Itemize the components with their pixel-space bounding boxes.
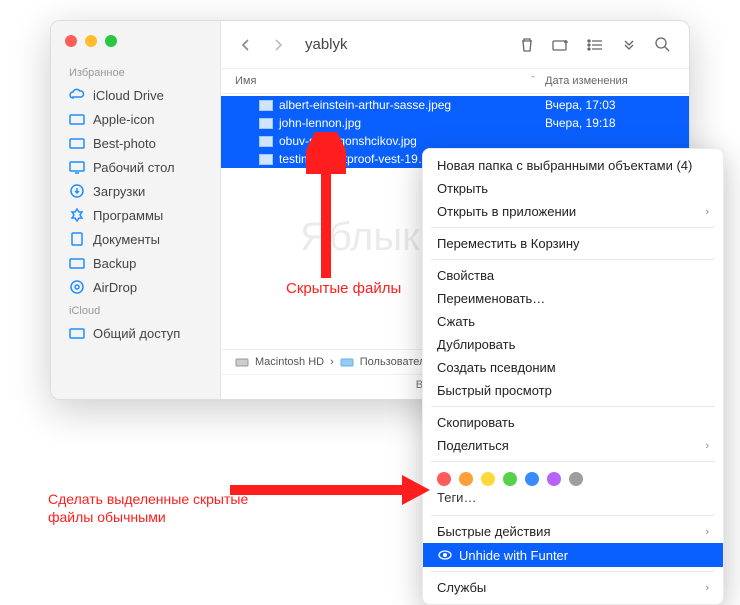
disk-icon (235, 356, 249, 368)
tag-blue[interactable] (525, 472, 539, 486)
menu-separator (431, 406, 715, 407)
menu-separator (431, 461, 715, 462)
trash-icon[interactable] (515, 31, 539, 59)
image-file-icon (259, 100, 273, 111)
menu-separator (431, 515, 715, 516)
eye-icon (437, 547, 453, 563)
menu-duplicate[interactable]: Дублировать (423, 333, 723, 356)
window-controls (51, 31, 220, 61)
image-file-icon (259, 136, 273, 147)
sidebar-item-applications[interactable]: Программы (51, 203, 220, 227)
menu-unhide-with-funter[interactable]: Unhide with Funter (423, 543, 723, 567)
image-file-icon (259, 154, 273, 165)
airdrop-icon (69, 279, 85, 295)
column-date[interactable]: Дата изменения (545, 75, 675, 87)
minimize-button[interactable] (85, 35, 97, 47)
folder-icon (69, 325, 85, 341)
tag-green[interactable] (503, 472, 517, 486)
chevron-right-icon: › (705, 526, 709, 538)
file-row[interactable]: albert-einstein-arthur-sasse.jpegВчера, … (221, 96, 689, 114)
menu-share[interactable]: Поделиться› (423, 434, 723, 457)
folder-icon (69, 111, 85, 127)
annotation-arrow-right (230, 475, 430, 505)
back-button[interactable] (235, 34, 257, 56)
cloud-icon (69, 87, 85, 103)
document-icon (69, 231, 85, 247)
file-row[interactable]: john-lennon.jpgВчера, 19:18 (221, 114, 689, 132)
sort-indicator-icon: ˆ (531, 75, 535, 87)
download-icon (69, 183, 85, 199)
column-name[interactable]: Имяˆ (235, 75, 545, 87)
view-options-icon[interactable] (583, 31, 607, 59)
tag-red[interactable] (437, 472, 451, 486)
annotation-label-hidden-files: Скрытые файлы (286, 280, 401, 297)
menu-rename[interactable]: Переименовать… (423, 287, 723, 310)
sidebar-item-apple-icon[interactable]: Apple-icon (51, 107, 220, 131)
menu-tags-colors (423, 466, 723, 488)
menu-services[interactable]: Службы› (423, 576, 723, 599)
sidebar-item-icloud-drive[interactable]: iCloud Drive (51, 83, 220, 107)
folder-icon (69, 255, 85, 271)
close-button[interactable] (65, 35, 77, 47)
sidebar-item-shared[interactable]: Общий доступ (51, 321, 220, 345)
window-title: yablyk (305, 36, 348, 53)
menu-copy[interactable]: Скопировать (423, 411, 723, 434)
menu-separator (431, 227, 715, 228)
sidebar-item-airdrop[interactable]: AirDrop (51, 275, 220, 299)
menu-new-folder[interactable]: Новая папка с выбранными объектами (4) (423, 154, 723, 177)
tag-gray[interactable] (569, 472, 583, 486)
menu-compress[interactable]: Сжать (423, 310, 723, 333)
menu-tags[interactable]: Теги… (423, 488, 723, 511)
menu-open-with[interactable]: Открыть в приложении› (423, 200, 723, 223)
applications-icon (69, 207, 85, 223)
menu-quick-look[interactable]: Быстрый просмотр (423, 379, 723, 402)
sidebar-section-favorites: Избранное (51, 61, 220, 83)
menu-open[interactable]: Открыть (423, 177, 723, 200)
folder-icon (69, 135, 85, 151)
annotation-label-make-visible: Сделать выделенные скрытыефайлы обычными (48, 490, 248, 526)
menu-make-alias[interactable]: Создать псевдоним (423, 356, 723, 379)
more-icon[interactable] (617, 31, 641, 59)
toolbar: yablyk (221, 21, 689, 69)
sidebar-item-best-photo[interactable]: Best-photo (51, 131, 220, 155)
context-menu: Новая папка с выбранными объектами (4) О… (422, 148, 724, 605)
menu-quick-actions[interactable]: Быстрые действия› (423, 520, 723, 543)
maximize-button[interactable] (105, 35, 117, 47)
sidebar-item-downloads[interactable]: Загрузки (51, 179, 220, 203)
menu-get-info[interactable]: Свойства (423, 264, 723, 287)
desktop-icon (69, 159, 85, 175)
image-file-icon (259, 118, 273, 129)
forward-button[interactable] (267, 34, 289, 56)
tag-orange[interactable] (459, 472, 473, 486)
menu-move-to-trash[interactable]: Переместить в Корзину (423, 232, 723, 255)
sidebar-item-documents[interactable]: Документы (51, 227, 220, 251)
sidebar-item-backup[interactable]: Backup (51, 251, 220, 275)
sidebar-section-icloud: iCloud (51, 299, 220, 321)
sidebar-item-desktop[interactable]: Рабочий стол (51, 155, 220, 179)
menu-separator (431, 571, 715, 572)
column-headers: Имяˆ Дата изменения (221, 69, 689, 94)
tag-yellow[interactable] (481, 472, 495, 486)
tag-purple[interactable] (547, 472, 561, 486)
chevron-right-icon: › (705, 582, 709, 594)
new-folder-icon[interactable] (549, 31, 573, 59)
sidebar: Избранное iCloud Drive Apple-icon Best-p… (51, 21, 221, 399)
search-icon[interactable] (651, 31, 675, 59)
folder-icon (340, 356, 354, 368)
chevron-right-icon: › (705, 206, 709, 218)
menu-separator (431, 259, 715, 260)
chevron-right-icon: › (705, 440, 709, 452)
